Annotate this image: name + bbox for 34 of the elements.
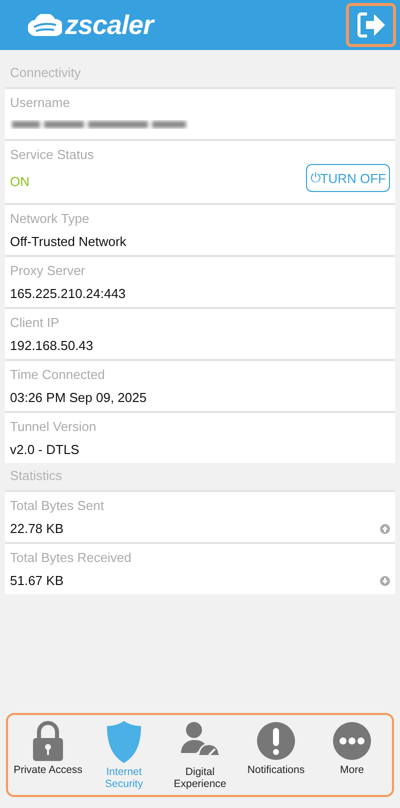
field-label: Tunnel Version bbox=[10, 419, 98, 434]
section-title: Connectivity bbox=[9, 64, 82, 82]
field-label: Service Status bbox=[10, 147, 95, 162]
padlock-icon bbox=[32, 721, 64, 761]
field-label: Total Bytes Sent bbox=[10, 498, 105, 513]
logout-button[interactable] bbox=[346, 3, 396, 47]
field-label: Client IP bbox=[10, 315, 60, 330]
field-label: Total Bytes Received bbox=[10, 550, 132, 565]
field-value: Off-Trusted Network bbox=[10, 234, 128, 249]
field-value: 03:26 PM Sep 09, 2025 bbox=[10, 390, 148, 405]
nav-tab[interactable]: More bbox=[314, 715, 390, 795]
field-label: Proxy Server bbox=[10, 263, 86, 278]
field-value: 165.225.210.24:443 bbox=[10, 286, 127, 301]
field-value: v2.0 - DTLS bbox=[10, 442, 80, 457]
field-label: Time Connected bbox=[10, 367, 106, 382]
upload-arrow-icon bbox=[380, 524, 390, 534]
field-value: 22.78 KB bbox=[10, 521, 64, 536]
field-value: 51.67 KB bbox=[10, 573, 64, 588]
service-status: ON bbox=[10, 174, 30, 188]
logo-text: zscaler bbox=[65, 10, 154, 40]
exclamation-icon bbox=[256, 721, 296, 761]
section-title: Statistics bbox=[9, 467, 64, 485]
field-label: Username bbox=[10, 95, 71, 110]
field-value: 192.168.50.43 bbox=[10, 338, 94, 353]
field-label: Network Type bbox=[10, 211, 90, 226]
download-arrow-icon bbox=[380, 576, 390, 586]
nav-tab[interactable]: Private Access bbox=[10, 715, 86, 795]
logout-icon bbox=[356, 11, 386, 39]
cloud-logo-icon bbox=[28, 14, 62, 36]
more-icon bbox=[332, 721, 372, 761]
person-gauge-icon bbox=[181, 721, 219, 763]
nav-tab[interactable]: Digital Experience bbox=[162, 715, 238, 795]
nav-tab[interactable]: Notifications bbox=[238, 715, 314, 795]
shield-icon bbox=[106, 721, 142, 763]
